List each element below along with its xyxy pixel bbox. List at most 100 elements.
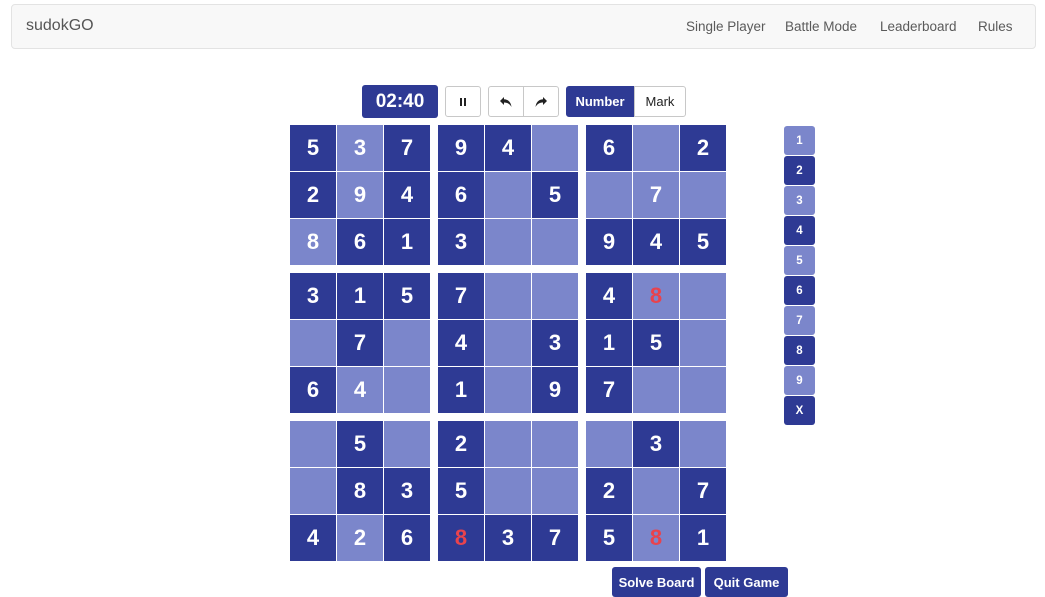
sudoku-cell[interactable] [485,320,531,366]
numpad-button-4[interactable]: 4 [784,216,815,245]
sudoku-cell[interactable]: 5 [532,172,578,218]
sudoku-cell[interactable]: 5 [438,468,484,514]
sudoku-cell[interactable] [290,468,336,514]
sudoku-cell[interactable]: 3 [633,421,679,467]
numpad-clear-button[interactable]: X [784,396,815,425]
sudoku-cell[interactable] [680,273,726,319]
numpad-button-3[interactable]: 3 [784,186,815,215]
sudoku-cell[interactable]: 1 [586,320,632,366]
sudoku-cell[interactable]: 7 [337,320,383,366]
sudoku-cell[interactable]: 8 [290,219,336,265]
sudoku-cell[interactable] [586,172,632,218]
sudoku-cell[interactable] [680,320,726,366]
redo-button[interactable] [523,86,559,117]
sudoku-cell[interactable]: 4 [290,515,336,561]
numpad-button-5[interactable]: 5 [784,246,815,275]
sudoku-cell[interactable] [290,320,336,366]
sudoku-cell[interactable] [532,273,578,319]
sudoku-cell[interactable]: 7 [680,468,726,514]
quit-game-button[interactable]: Quit Game [705,567,788,597]
sudoku-cell[interactable] [485,367,531,413]
sudoku-cell[interactable] [384,320,430,366]
sudoku-cell[interactable]: 4 [337,367,383,413]
sudoku-cell[interactable]: 5 [680,219,726,265]
sudoku-cell[interactable]: 3 [337,125,383,171]
mode-mark-toggle[interactable]: Mark [634,86,686,117]
nav-link-rules[interactable]: Rules [978,19,1013,34]
sudoku-cell[interactable] [384,367,430,413]
sudoku-cell[interactable]: 2 [586,468,632,514]
sudoku-cell[interactable]: 2 [680,125,726,171]
numpad-button-6[interactable]: 6 [784,276,815,305]
nav-link-battle-mode[interactable]: Battle Mode [785,19,857,34]
sudoku-cell[interactable]: 6 [337,219,383,265]
sudoku-cell[interactable]: 6 [384,515,430,561]
sudoku-cell[interactable] [485,273,531,319]
sudoku-cell[interactable]: 4 [633,219,679,265]
sudoku-cell[interactable]: 2 [337,515,383,561]
sudoku-cell[interactable]: 7 [586,367,632,413]
sudoku-cell[interactable] [532,219,578,265]
sudoku-cell[interactable] [586,421,632,467]
sudoku-cell[interactable]: 7 [384,125,430,171]
numpad-button-7[interactable]: 7 [784,306,815,335]
nav-link-single-player[interactable]: Single Player [686,19,766,34]
sudoku-cell[interactable]: 3 [290,273,336,319]
pause-button[interactable] [445,86,481,117]
sudoku-cell[interactable] [485,172,531,218]
sudoku-cell[interactable]: 1 [337,273,383,319]
sudoku-cell[interactable] [532,125,578,171]
sudoku-cell[interactable]: 3 [384,468,430,514]
sudoku-cell[interactable]: 3 [485,515,531,561]
sudoku-cell[interactable] [290,421,336,467]
sudoku-cell[interactable] [680,367,726,413]
sudoku-cell[interactable]: 4 [384,172,430,218]
sudoku-cell[interactable]: 3 [438,219,484,265]
sudoku-cell[interactable]: 7 [633,172,679,218]
sudoku-cell[interactable]: 6 [586,125,632,171]
sudoku-cell[interactable]: 8 [337,468,383,514]
sudoku-cell[interactable]: 5 [290,125,336,171]
sudoku-cell[interactable]: 5 [586,515,632,561]
sudoku-cell[interactable]: 4 [485,125,531,171]
sudoku-cell[interactable] [633,468,679,514]
sudoku-cell[interactable] [680,172,726,218]
sudoku-cell[interactable]: 6 [438,172,484,218]
sudoku-cell[interactable]: 9 [532,367,578,413]
undo-button[interactable] [488,86,524,117]
sudoku-cell[interactable]: 4 [586,273,632,319]
sudoku-cell[interactable]: 9 [438,125,484,171]
sudoku-cell[interactable]: 9 [337,172,383,218]
sudoku-cell[interactable]: 5 [633,320,679,366]
sudoku-cell[interactable]: 2 [438,421,484,467]
brand-logo[interactable]: sudokGO [26,17,94,35]
sudoku-cell[interactable]: 8 [633,273,679,319]
sudoku-cell[interactable]: 8 [633,515,679,561]
sudoku-cell[interactable]: 6 [290,367,336,413]
numpad-button-9[interactable]: 9 [784,366,815,395]
sudoku-cell[interactable] [633,125,679,171]
sudoku-cell[interactable]: 1 [680,515,726,561]
sudoku-cell[interactable] [485,219,531,265]
sudoku-cell[interactable] [633,367,679,413]
solve-board-button[interactable]: Solve Board [612,567,701,597]
sudoku-cell[interactable] [680,421,726,467]
sudoku-cell[interactable]: 5 [384,273,430,319]
sudoku-cell[interactable]: 7 [438,273,484,319]
mode-number-toggle[interactable]: Number [566,86,634,117]
sudoku-cell[interactable] [532,468,578,514]
sudoku-cell[interactable]: 1 [438,367,484,413]
sudoku-cell[interactable]: 8 [438,515,484,561]
sudoku-cell[interactable] [384,421,430,467]
sudoku-cell[interactable]: 4 [438,320,484,366]
sudoku-cell[interactable] [532,421,578,467]
numpad-button-2[interactable]: 2 [784,156,815,185]
sudoku-cell[interactable]: 5 [337,421,383,467]
nav-link-leaderboard[interactable]: Leaderboard [880,19,957,34]
sudoku-cell[interactable]: 7 [532,515,578,561]
sudoku-cell[interactable] [485,468,531,514]
sudoku-cell[interactable] [485,421,531,467]
numpad-button-1[interactable]: 1 [784,126,815,155]
sudoku-cell[interactable]: 2 [290,172,336,218]
sudoku-cell[interactable]: 3 [532,320,578,366]
